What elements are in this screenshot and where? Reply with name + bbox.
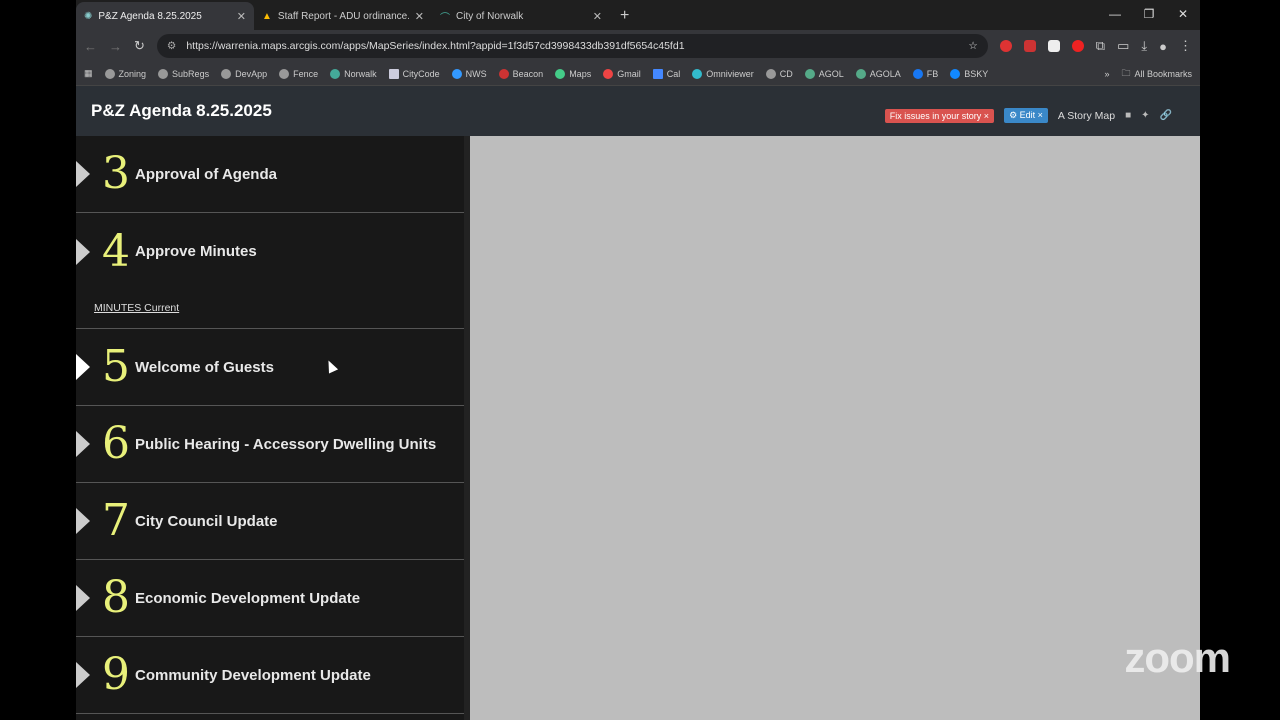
expand-arrow-icon <box>76 431 90 457</box>
restore-button[interactable]: ❐ <box>1132 0 1166 28</box>
agenda-item[interactable]: 4 Approve Minutes MINUTES Current <box>76 213 464 329</box>
shield-icon[interactable] <box>1047 40 1060 52</box>
address-bar[interactable]: ⚙ https://warrenia.maps.arcgis.com/apps/… <box>156 34 988 58</box>
close-tab-icon[interactable]: ✕ <box>415 10 424 23</box>
bookmark-fence[interactable]: Fence <box>279 68 318 79</box>
expand-arrow-icon <box>76 585 90 611</box>
bookmark-omniviewer[interactable]: Omniviewer <box>692 68 754 79</box>
agenda-item[interactable]: 5 Welcome of Guests <box>76 329 464 406</box>
bookmark-fb[interactable]: FB <box>912 68 938 79</box>
story-header: P&Z Agenda 8.25.2025 Fix issues in your … <box>76 86 1200 136</box>
menu-icon[interactable]: ⋮ <box>1179 38 1192 54</box>
bookmark-subregs[interactable]: SubRegs <box>158 68 209 79</box>
zoom-logo: zoom <box>1124 634 1231 681</box>
reload-icon[interactable]: ↻ <box>134 38 145 54</box>
close-tab-icon[interactable]: ✕ <box>237 10 246 23</box>
arcgis-icon: ✺ <box>84 10 93 22</box>
story-map-link[interactable]: A Story Map <box>1058 110 1115 122</box>
bookmark-cal[interactable]: Cal <box>652 68 680 79</box>
bookmark-bsky[interactable]: BSKY <box>950 68 988 79</box>
folder-icon: 🗀 <box>1121 67 1131 78</box>
fix-issues-button[interactable]: Fix issues in your story × <box>884 108 995 123</box>
norwalk-icon: ⌒ <box>440 12 450 24</box>
close-tab-icon[interactable]: ✕ <box>593 10 602 23</box>
expand-arrow-icon <box>76 662 90 688</box>
extension-icon[interactable] <box>1023 40 1036 52</box>
bookmark-norwalk[interactable]: Norwalk <box>330 68 377 79</box>
agenda-item[interactable]: 9 Community Development Update <box>76 637 464 714</box>
profile-avatar[interactable]: ● <box>1159 39 1167 54</box>
bookmark-star-icon[interactable]: ☆ <box>968 40 977 52</box>
link-icon[interactable]: 🔗 <box>1160 110 1172 121</box>
browser-window: ✺ P&Z Agenda 8.25.2025 ✕ ▲ Staff Report - A… <box>76 0 1200 720</box>
site-info-icon[interactable]: ⚙ <box>167 40 176 52</box>
expand-arrow-icon <box>76 161 90 187</box>
download-icon[interactable]: ⤓ <box>1141 38 1147 54</box>
minimize-button[interactable]: — <box>1098 0 1132 28</box>
new-tab-button[interactable]: + <box>610 7 639 30</box>
bookmark-gmail[interactable]: Gmail <box>603 68 641 79</box>
agenda-item[interactable]: 6 Public Hearing - Accessory Dwelling Uni… <box>76 406 464 483</box>
expand-arrow-icon <box>76 354 90 380</box>
agenda-item[interactable]: 7 City Council Update <box>76 483 464 560</box>
agenda-item[interactable]: 3 Approval of Agenda <box>76 136 464 213</box>
stop-icon[interactable] <box>1071 40 1084 52</box>
bookmark-beacon[interactable]: Beacon <box>498 68 543 79</box>
back-icon[interactable]: ← <box>84 39 97 54</box>
minutes-link[interactable]: MINUTES Current <box>94 302 179 314</box>
twitter-icon[interactable]: ✦ <box>1141 110 1149 121</box>
more-bookmarks-icon[interactable]: » <box>1104 69 1109 79</box>
forward-icon[interactable]: → <box>109 39 122 54</box>
agenda-sidebar: 3 Approval of Agenda 4 Approve Minutes MINU… <box>76 136 464 720</box>
browser-toolbar: ← → ↻ ⚙ https://warrenia.maps.arcgis.com… <box>76 30 1200 62</box>
bookmark-agola[interactable]: AGOLA <box>855 68 901 79</box>
bookmark-devapp[interactable]: DevApp <box>221 68 267 79</box>
tab-strip: ✺ P&Z Agenda 8.25.2025 ✕ ▲ Staff Report - A… <box>76 0 1200 30</box>
map-panel[interactable] <box>470 136 1200 720</box>
expand-arrow-icon <box>76 238 90 265</box>
apps-grid-icon[interactable]: ▦ <box>84 68 93 79</box>
expand-arrow-icon <box>76 508 90 534</box>
adblock-icon[interactable] <box>999 40 1012 52</box>
all-bookmarks[interactable]: 🗀 All Bookmarks <box>1121 66 1192 82</box>
tab-agenda[interactable]: ✺ P&Z Agenda 8.25.2025 ✕ <box>76 2 254 30</box>
cast-icon[interactable]: ▭ <box>1117 38 1129 54</box>
page-title: P&Z Agenda 8.25.2025 <box>91 101 272 120</box>
bookmark-nws[interactable]: NWS <box>451 68 487 79</box>
tab-staff-report[interactable]: ▲ Staff Report - ADU ordinance.p ✕ <box>254 2 432 30</box>
tab-norwalk[interactable]: ⌒ City of Norwalk ✕ <box>432 2 610 30</box>
close-window-button[interactable]: ✕ <box>1166 0 1200 28</box>
edit-button[interactable]: ⚙ Edit × <box>1004 108 1048 123</box>
agenda-item[interactable]: 8 Economic Development Update <box>76 560 464 637</box>
extensions-puzzle-icon[interactable]: ⧉ <box>1096 38 1105 54</box>
bookmark-citycode[interactable]: CityCode <box>388 68 440 79</box>
facebook-icon[interactable]: ■ <box>1125 110 1131 121</box>
bookmarks-bar: ▦ Zoning SubRegs DevApp Fence Norwalk Ci… <box>76 62 1200 86</box>
drive-icon: ▲ <box>262 10 272 22</box>
bookmark-cd[interactable]: CD <box>765 68 793 79</box>
bookmark-zoning[interactable]: Zoning <box>104 68 146 79</box>
bookmark-agol[interactable]: AGOL <box>804 68 844 79</box>
bookmark-maps[interactable]: Maps <box>555 68 591 79</box>
